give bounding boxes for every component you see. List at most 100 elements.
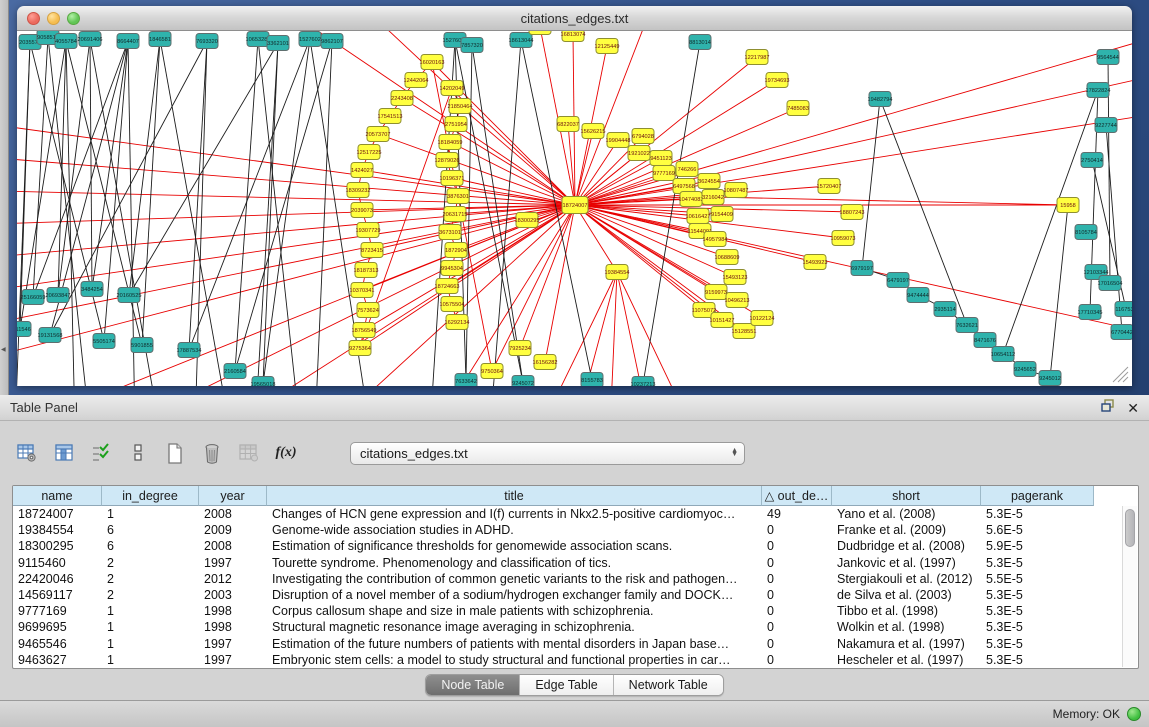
graph-node-label: 20693847 <box>46 293 71 299</box>
graph-node-label: 1846581 <box>149 37 171 43</box>
graph-node[interactable] <box>529 31 551 35</box>
table-row[interactable]: 946362711997Embryonic stem cells: a mode… <box>13 652 1138 668</box>
table-cell: Yano et al. (2008) <box>832 506 981 522</box>
graph-node-label: 12125449 <box>595 44 620 50</box>
canvas-resize-grip[interactable] <box>1113 367 1128 382</box>
window-titlebar[interactable]: citations_edges.txt <box>17 6 1132 31</box>
graph-node-label: 6479197 <box>887 278 909 284</box>
graph-node-label: 2751954 <box>445 122 467 128</box>
graph-node-label: 10688609 <box>715 255 740 261</box>
table-cell: 0 <box>762 636 832 652</box>
graph-node-label: 15128551 <box>732 329 757 335</box>
table-cell: 2003 <box>199 587 267 603</box>
graph-node-label: 3624554 <box>698 179 720 185</box>
table-row[interactable]: 1830029562008Estimation of significance … <box>13 538 1138 554</box>
panel-title: Table Panel <box>10 400 78 415</box>
graph-node-label: 15720407 <box>817 184 842 190</box>
import-table-button[interactable] <box>236 440 262 466</box>
graph-node-label: 18300295 <box>515 218 540 224</box>
graph-node-label: 3876301 <box>447 194 469 200</box>
graph-node-label: 3362101 <box>267 41 289 47</box>
graph-node-label: 7485083 <box>787 106 809 112</box>
table-row[interactable]: 946554611997Estimation of the future num… <box>13 636 1138 652</box>
table-cell: 1 <box>102 619 199 635</box>
table-cell: 0 <box>762 555 832 571</box>
table-cell: 9465546 <box>13 636 102 652</box>
table-settings-button[interactable] <box>14 440 40 466</box>
table-scrollbar[interactable] <box>1122 506 1137 667</box>
column-header-in_degree[interactable]: in_degree <box>102 486 199 506</box>
graph-node-label: 10959073 <box>831 236 856 242</box>
select-columns-button[interactable] <box>51 440 77 466</box>
graph-node-label: 1167533 <box>1115 307 1132 313</box>
table-row[interactable]: 977716911998Corpus callosum shape and si… <box>13 603 1138 619</box>
splitter-collapse-icon[interactable]: ◀ <box>1 346 6 353</box>
graph-node-label: 25166059 <box>21 295 46 301</box>
table-toolbar: f(x) citations_edges.txt ▲▼ <box>0 421 1149 485</box>
table-cell: 1 <box>102 506 199 522</box>
close-panel-icon[interactable]: ✕ <box>1127 401 1139 415</box>
table-cell: Genome-wide association studies in ADHD. <box>267 522 762 538</box>
table-cell: 19384554 <box>13 522 102 538</box>
create-column-button[interactable] <box>162 440 188 466</box>
column-header-short[interactable]: short <box>832 486 981 506</box>
column-header-pagerank[interactable]: pagerank <box>981 486 1094 506</box>
close-window-button[interactable] <box>27 12 40 25</box>
table-row[interactable]: 969969511998Structural magnetic resonanc… <box>13 619 1138 635</box>
maximize-window-button[interactable] <box>67 12 80 25</box>
column-header-name[interactable]: name <box>13 486 102 506</box>
column-header-out_de[interactable]: △ out_de… <box>762 486 832 506</box>
table-cell: 1997 <box>199 652 267 668</box>
graph-node-label: 19482794 <box>868 97 893 103</box>
minimize-window-button[interactable] <box>47 12 60 25</box>
edit-columns-button[interactable] <box>88 440 114 466</box>
table-panel: Table Panel ✕ <box>0 395 1149 727</box>
table-cell: 2012 <box>199 571 267 587</box>
table-cell: 9777169 <box>13 603 102 619</box>
table-cell: Wolkin et al. (1998) <box>832 619 981 635</box>
table-cell: 0 <box>762 538 832 554</box>
table-cell: 1 <box>102 636 199 652</box>
graph-node-label: 9945304 <box>441 266 463 272</box>
graph-node-label: 10237213 <box>631 382 656 386</box>
graph-node-label: 21850464 <box>448 104 473 110</box>
table-cell: 18724007 <box>13 506 102 522</box>
table-row[interactable]: 1456911722003Disruption of a novel membe… <box>13 587 1138 603</box>
tab-node-table[interactable]: Node Table <box>426 675 520 695</box>
memory-indicator[interactable] <box>1127 707 1141 721</box>
graph-node-label: 9275364 <box>349 346 371 352</box>
graph-node-label: 7925234 <box>509 346 531 352</box>
row-options-button[interactable] <box>125 440 151 466</box>
table-cell: 22420046 <box>13 571 102 587</box>
graph-node-label: 18756549 <box>352 328 377 334</box>
column-header-title[interactable]: title <box>267 486 762 506</box>
table-cell: Franke et al. (2009) <box>832 522 981 538</box>
graph-node-label: 18309232 <box>346 188 371 194</box>
delete-column-button[interactable] <box>199 440 225 466</box>
function-builder-button[interactable]: f(x) <box>273 440 299 466</box>
table-cell: Estimation of the future numbers of pati… <box>267 636 762 652</box>
table-row[interactable]: 911546021997Tourette syndrome. Phenomeno… <box>13 555 1138 571</box>
table-cell: 0 <box>762 652 832 668</box>
table-row[interactable]: 1938455462009Genome-wide association stu… <box>13 522 1138 538</box>
graph-node-label: 10474083 <box>679 197 704 203</box>
graph-node-label: 17822824 <box>1086 88 1111 94</box>
graph-node-label: 15626215 <box>581 129 606 135</box>
scrollbar-thumb[interactable] <box>1125 509 1135 547</box>
graph-node-label: 1872904 <box>445 248 467 254</box>
table-cell: Hescheler et al. (1997) <box>832 652 981 668</box>
table-row[interactable]: 2242004622012Investigating the contribut… <box>13 571 1138 587</box>
tab-edge-table[interactable]: Edge Table <box>520 675 613 695</box>
column-header-year[interactable]: year <box>199 486 267 506</box>
control-panel-splitter[interactable]: ◀ <box>0 0 9 395</box>
tab-network-table[interactable]: Network Table <box>614 675 723 695</box>
table-selector-dropdown[interactable]: citations_edges.txt ▲▼ <box>350 442 745 465</box>
table-cell: 14569117 <box>13 587 102 603</box>
graph-node-label: 9451123 <box>650 156 671 162</box>
table-row[interactable]: 1872400712008Changes of HCN gene express… <box>13 506 1138 522</box>
network-canvas[interactable]: 2035570905851340557842069140686644071846… <box>17 31 1132 386</box>
float-panel-icon[interactable] <box>1101 399 1115 417</box>
graph-node-label: 18184059 <box>438 140 463 146</box>
graph-node-label: 3484254 <box>81 287 103 293</box>
table-cell: 6 <box>102 538 199 554</box>
